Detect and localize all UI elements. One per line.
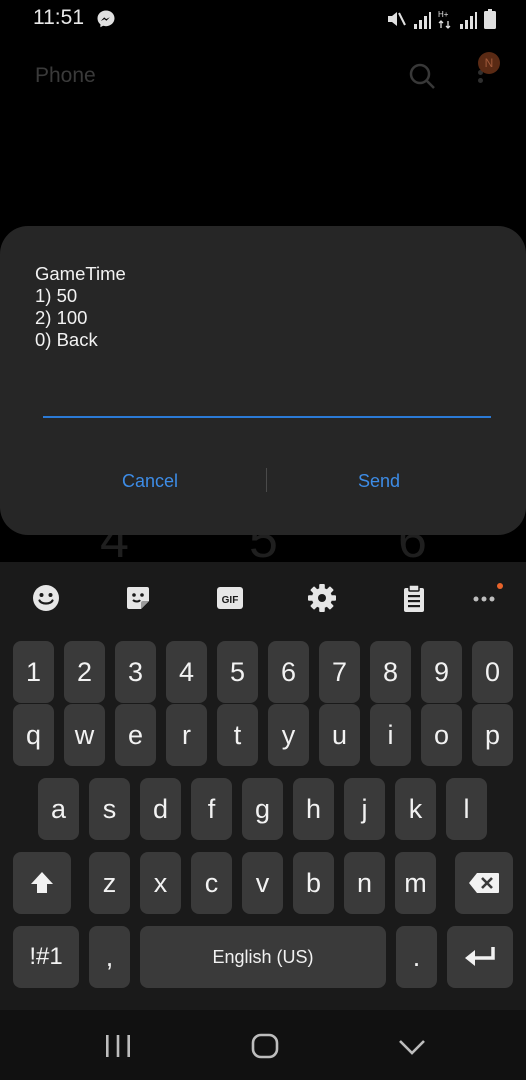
- key-e[interactable]: e: [115, 704, 156, 766]
- notification-dot: [497, 583, 503, 589]
- key-g[interactable]: g: [242, 778, 283, 840]
- backspace-key[interactable]: [455, 852, 513, 914]
- key-0[interactable]: 0: [472, 641, 513, 703]
- search-icon: [409, 63, 435, 89]
- keyboard-toolbar: GIF: [0, 562, 526, 634]
- status-time: 11:51: [33, 6, 84, 29]
- reply-input[interactable]: [43, 376, 491, 418]
- gif-label: GIF: [222, 595, 239, 606]
- key-m[interactable]: m: [395, 852, 436, 914]
- button-divider: [266, 468, 267, 492]
- emoji-icon[interactable]: [28, 580, 64, 616]
- settings-icon[interactable]: [304, 580, 340, 616]
- shift-icon: [31, 872, 53, 893]
- key-l[interactable]: l: [446, 778, 487, 840]
- key-1[interactable]: 1: [13, 641, 54, 703]
- recents-icon[interactable]: [104, 1034, 132, 1058]
- key-z[interactable]: z: [89, 852, 130, 914]
- back-icon[interactable]: [398, 1038, 426, 1056]
- message-line: GameTime: [35, 263, 126, 284]
- space-key[interactable]: English (US): [140, 926, 386, 988]
- key-5[interactable]: 5: [217, 641, 258, 703]
- key-n[interactable]: n: [344, 852, 385, 914]
- key-9[interactable]: 9: [421, 641, 462, 703]
- key-d[interactable]: d: [140, 778, 181, 840]
- mute-icon: [388, 12, 406, 26]
- symbols-key[interactable]: !#1: [13, 926, 79, 988]
- key-c[interactable]: c: [191, 852, 232, 914]
- key-x[interactable]: x: [140, 852, 181, 914]
- signal-icon: [414, 12, 431, 29]
- key-w[interactable]: w: [64, 704, 105, 766]
- key-v[interactable]: v: [242, 852, 283, 914]
- sticker-icon[interactable]: [120, 580, 156, 616]
- navigation-bar: [0, 1010, 526, 1080]
- key-r[interactable]: r: [166, 704, 207, 766]
- key-2[interactable]: 2: [64, 641, 105, 703]
- message-line: 1) 50: [35, 285, 78, 306]
- gif-icon[interactable]: GIF: [212, 580, 248, 616]
- avatar: N: [478, 52, 500, 74]
- shift-key[interactable]: [13, 852, 71, 914]
- key-b[interactable]: b: [293, 852, 334, 914]
- key-u[interactable]: u: [319, 704, 360, 766]
- status-bar: 11:51 H+: [0, 0, 526, 36]
- clipboard-icon[interactable]: [396, 580, 432, 616]
- network-type-icon: H+: [438, 10, 451, 29]
- key-7[interactable]: 7: [319, 641, 360, 703]
- key-y[interactable]: y: [268, 704, 309, 766]
- dialog-message: GameTime 1) 50 2) 100 0) Back: [35, 263, 126, 351]
- key-t[interactable]: t: [217, 704, 258, 766]
- cancel-button[interactable]: Cancel: [50, 466, 250, 496]
- key-j[interactable]: j: [344, 778, 385, 840]
- svg-text:H+: H+: [438, 10, 449, 19]
- signal-icon: [460, 12, 477, 29]
- app-title: Phone: [35, 64, 96, 87]
- period-key[interactable]: .: [396, 926, 437, 988]
- home-icon[interactable]: [251, 1033, 279, 1059]
- key-a[interactable]: a: [38, 778, 79, 840]
- key-8[interactable]: 8: [370, 641, 411, 703]
- key-p[interactable]: p: [472, 704, 513, 766]
- message-line: 2) 100: [35, 307, 88, 328]
- key-q[interactable]: q: [13, 704, 54, 766]
- key-s[interactable]: s: [89, 778, 130, 840]
- enter-key[interactable]: [447, 926, 513, 988]
- key-h[interactable]: h: [293, 778, 334, 840]
- key-i[interactable]: i: [370, 704, 411, 766]
- key-o[interactable]: o: [421, 704, 462, 766]
- key-3[interactable]: 3: [115, 641, 156, 703]
- enter-icon: [465, 947, 495, 966]
- backspace-icon: [469, 873, 499, 893]
- messenger-icon: [97, 10, 115, 28]
- key-6[interactable]: 6: [268, 641, 309, 703]
- send-button[interactable]: Send: [279, 466, 479, 496]
- battery-icon: [484, 9, 496, 29]
- message-line: 0) Back: [35, 329, 98, 350]
- comma-key[interactable]: ,: [89, 926, 130, 988]
- key-f[interactable]: f: [191, 778, 232, 840]
- keyboard: GIF 1 2 3 4 5 6 7 8 9 0 q w e r t y u i …: [0, 562, 526, 1010]
- key-k[interactable]: k: [395, 778, 436, 840]
- ussd-dialog: GameTime 1) 50 2) 100 0) Back Cancel Sen…: [0, 226, 526, 535]
- key-4[interactable]: 4: [166, 641, 207, 703]
